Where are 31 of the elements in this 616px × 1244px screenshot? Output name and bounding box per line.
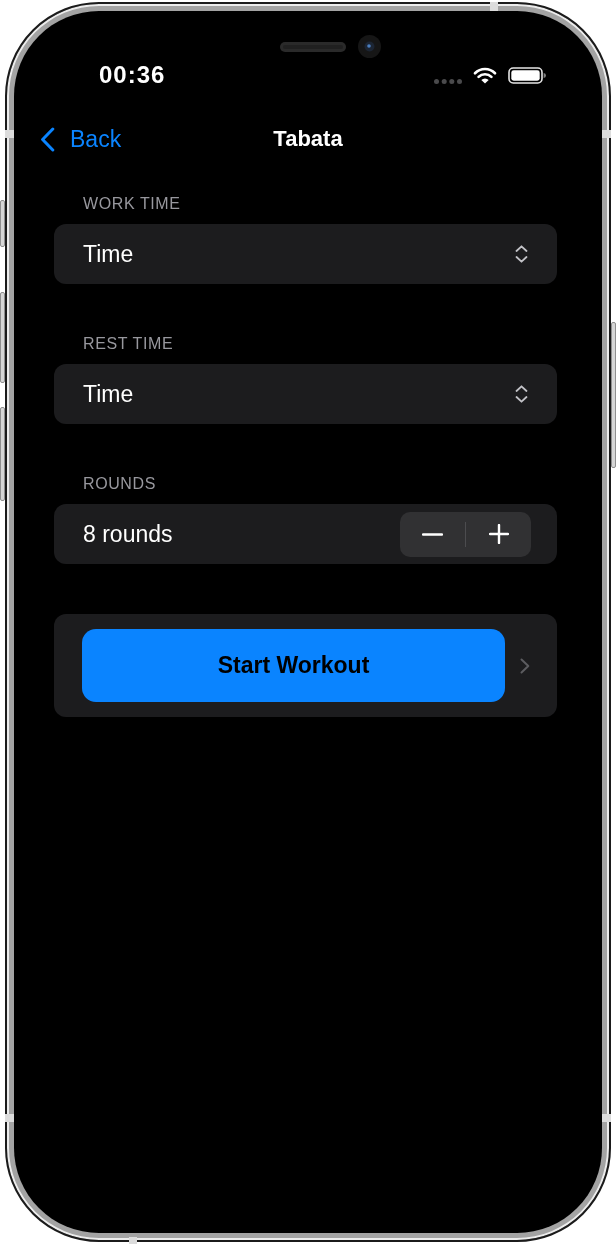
picker-field[interactable]: Time xyxy=(54,364,557,424)
camera-icon xyxy=(358,35,381,58)
chevron-up-down-icon xyxy=(515,245,528,263)
antenna-band xyxy=(129,1237,137,1244)
antenna-band xyxy=(5,130,14,138)
minus-icon xyxy=(422,532,443,536)
side-button[interactable] xyxy=(0,200,5,247)
stepper-value: 8 rounds xyxy=(83,520,173,548)
antenna-band xyxy=(602,130,611,138)
side-button[interactable] xyxy=(0,292,5,383)
speaker-grille-icon xyxy=(280,41,346,52)
antenna-band xyxy=(490,2,498,11)
battery-icon xyxy=(508,66,546,84)
signal-icon xyxy=(434,79,462,84)
side-button[interactable] xyxy=(0,407,5,501)
antenna-band xyxy=(5,1114,14,1122)
section-header: ROUNDS xyxy=(82,474,157,494)
chevron-left-icon xyxy=(40,126,55,152)
chevron-up-down-icon xyxy=(515,385,528,403)
plus-icon xyxy=(488,524,509,544)
chevron-right-icon xyxy=(520,657,530,674)
side-button[interactable] xyxy=(611,322,616,468)
status-time: 00:36 xyxy=(99,63,166,87)
section-header: WORK TIME xyxy=(82,194,182,214)
wifi-icon xyxy=(473,66,497,84)
antenna-band xyxy=(602,1114,611,1122)
start-button[interactable]: Start Workout xyxy=(82,629,505,702)
back-button[interactable]: Back xyxy=(40,125,122,153)
nav-title: Tabata xyxy=(273,126,343,152)
picker-field[interactable]: Time xyxy=(54,224,557,284)
section-header: REST TIME xyxy=(82,334,175,354)
